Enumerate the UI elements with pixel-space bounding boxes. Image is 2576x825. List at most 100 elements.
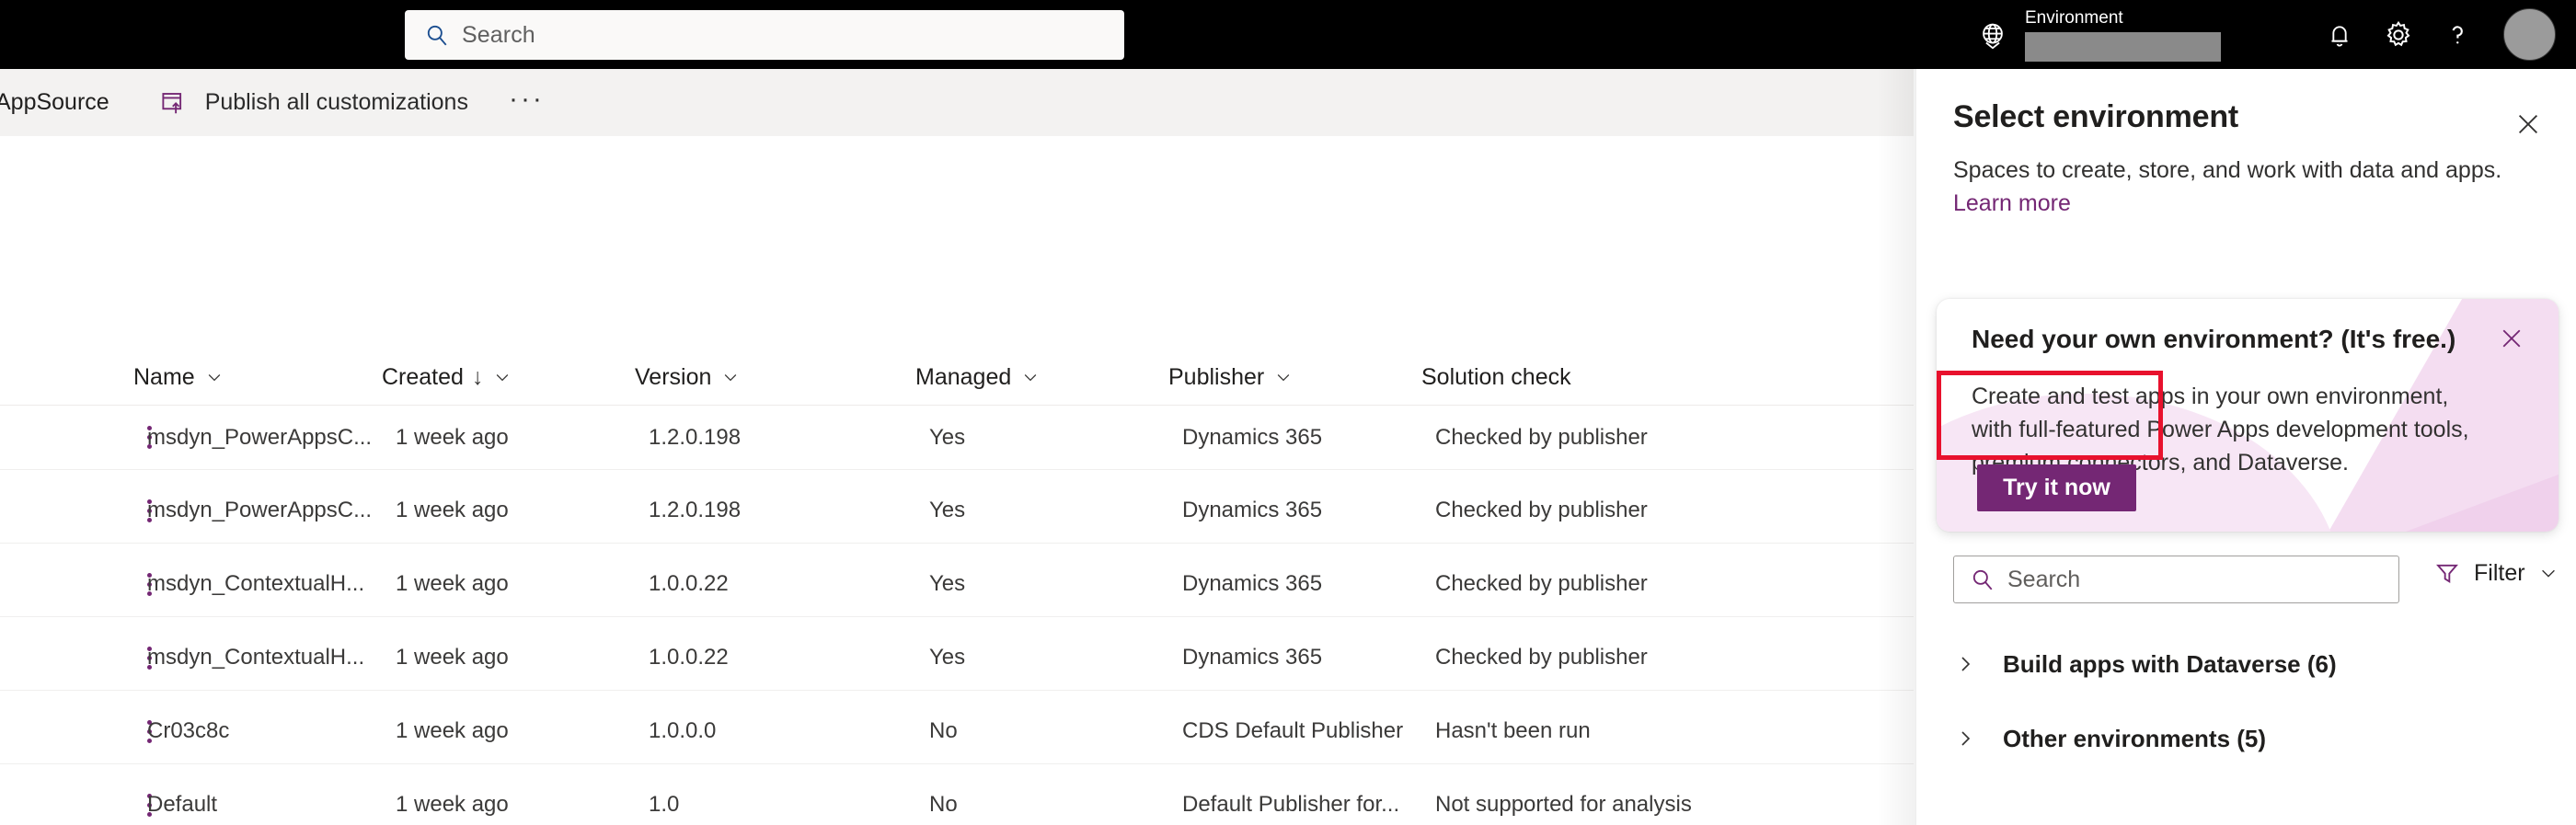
callout-close-button[interactable] — [2492, 319, 2531, 358]
solutions-table: Name Created ↓ Version Managed Publisher… — [0, 136, 1914, 825]
panel-close-button[interactable] — [2508, 104, 2548, 144]
column-header-managed[interactable]: Managed — [915, 364, 1168, 391]
table-row[interactable]: msdyn_PowerAppsC... 1 week ago 1.2.0.198 Ye… — [0, 405, 1914, 470]
row-more-options-button[interactable] — [0, 793, 152, 817]
cell-version: 1.2.0.198 — [649, 424, 742, 450]
global-search-placeholder: Search — [462, 21, 535, 48]
filter-label: Filter — [2474, 559, 2525, 586]
cell-name: msdyn_PowerAppsC... — [147, 498, 373, 522]
group-label: Build apps with Dataverse (6) — [2003, 649, 2337, 678]
cell-managed: No — [929, 718, 958, 743]
column-header-managed-label: Managed — [915, 363, 1012, 390]
cell-publisher: Dynamics 365 — [1182, 645, 1323, 670]
environment-search-input[interactable]: Search — [1953, 556, 2399, 603]
question-mark-icon[interactable] — [2428, 6, 2487, 64]
cell-name: msdyn_PowerAppsC... — [147, 424, 373, 450]
cell-created: 1 week ago — [396, 792, 509, 817]
cell-version: 1.0 — [649, 792, 680, 817]
cell-publisher: Default Publisher for... — [1182, 792, 1400, 817]
publish-label: Publish all customizations — [204, 89, 468, 115]
table-row[interactable]: msdyn_PowerAppsC... 1 week ago 1.2.0.198 Ye… — [0, 478, 1914, 544]
column-header-publisher-label: Publisher — [1168, 363, 1265, 390]
chevron-down-icon — [1274, 368, 1293, 386]
global-search-box[interactable]: Search — [405, 10, 1124, 60]
app-bar-actions: Environment — [1972, 0, 2576, 69]
column-header-publisher[interactable]: Publisher — [1168, 364, 1421, 391]
cell-managed: Yes — [929, 424, 966, 450]
column-header-version-label: Version — [635, 363, 712, 390]
cell-name: Default — [147, 792, 218, 817]
row-more-options-button[interactable] — [0, 719, 152, 743]
column-header-version[interactable]: Version — [635, 364, 915, 391]
cell-solution-check: Not supported for analysis — [1435, 792, 1692, 817]
chevron-down-icon — [2538, 563, 2559, 583]
callout-title: Need your own environment? (It's free.) — [1972, 325, 2456, 353]
appsource-button[interactable]: AppSource — [0, 69, 109, 136]
cell-publisher: Dynamics 365 — [1182, 424, 1323, 450]
chevron-down-icon — [1021, 368, 1040, 386]
cell-created: 1 week ago — [396, 645, 509, 670]
cell-solution-check: Checked by publisher — [1435, 571, 1648, 596]
cell-created: 1 week ago — [396, 718, 509, 743]
column-header-created[interactable]: Created ↓ — [382, 364, 635, 391]
group-build-apps-with-dataverse[interactable]: Build apps with Dataverse (6) — [1944, 639, 2551, 689]
publish-all-customizations-button[interactable]: Publish all customizations — [157, 69, 468, 136]
teaching-callout: Need your own environment? (It's free.) … — [1937, 299, 2559, 532]
command-bar: AppSource Publish all customizations ··· — [0, 69, 1914, 136]
row-more-options-button[interactable] — [0, 646, 152, 670]
search-icon — [1969, 566, 1996, 593]
table-row[interactable]: msdyn_ContextualH... 1 week ago 1.0.0.22 Ye… — [0, 552, 1914, 617]
cell-managed: Yes — [929, 645, 966, 670]
gear-icon[interactable] — [2369, 6, 2428, 64]
app-root: Search Environment AppSource Publish all… — [0, 0, 2576, 825]
avatar[interactable] — [2503, 8, 2556, 61]
filter-icon — [2433, 559, 2461, 587]
cell-managed: Yes — [929, 498, 966, 522]
cell-managed: Yes — [929, 571, 966, 596]
row-more-options-button[interactable] — [0, 426, 152, 449]
try-it-now-button[interactable]: Try it now — [1977, 464, 2136, 511]
filter-button[interactable]: Filter — [2433, 559, 2559, 587]
cell-solution-check: Hasn't been run — [1435, 718, 1591, 743]
globe-icon[interactable] — [1972, 14, 2014, 56]
row-more-options-button[interactable] — [0, 498, 152, 522]
table-row[interactable]: Cr03c8c 1 week ago 1.0.0.0 No CDS Default Pu… — [0, 699, 1914, 764]
cell-version: 1.0.0.22 — [649, 645, 729, 670]
chevron-right-icon — [1944, 653, 1986, 675]
column-header-name[interactable]: Name — [133, 364, 382, 391]
table-row[interactable]: msdyn_ContextualH... 1 week ago 1.0.0.22 Ye… — [0, 625, 1914, 691]
appsource-label: AppSource — [0, 89, 109, 115]
top-app-bar: Search Environment — [0, 0, 2576, 69]
group-label: Other environments (5) — [2003, 724, 2267, 752]
cell-name: Cr03c8c — [147, 718, 230, 743]
cell-name: msdyn_ContextualH... — [147, 645, 365, 670]
chevron-right-icon — [1944, 728, 1986, 750]
table-row[interactable]: Default 1 week ago 1.0 No Default Publisher … — [0, 773, 1914, 825]
learn-more-link[interactable]: Learn more — [1953, 190, 2071, 217]
cell-solution-check: Checked by publisher — [1435, 424, 1648, 450]
sort-descending-icon: ↓ — [471, 363, 484, 390]
chevron-down-icon — [205, 368, 224, 386]
overflow-menu-button[interactable]: ··· — [509, 69, 545, 136]
cell-solution-check: Checked by publisher — [1435, 645, 1648, 670]
bell-icon[interactable] — [2310, 6, 2369, 64]
page-title: Select environment — [1953, 99, 2239, 134]
publish-icon — [157, 87, 189, 119]
search-icon — [423, 21, 451, 49]
chevron-down-icon — [721, 368, 740, 386]
cell-version: 1.2.0.198 — [649, 498, 742, 522]
select-environment-panel: Select environment Spaces to create, sto… — [1915, 69, 2576, 825]
column-header-name-label: Name — [133, 363, 195, 390]
cell-version: 1.0.0.0 — [649, 718, 717, 743]
table-header-row: Name Created ↓ Version Managed Publisher… — [0, 349, 1914, 405]
group-other-environments[interactable]: Other environments (5) — [1944, 714, 2551, 763]
environment-search-placeholder: Search — [2007, 566, 2081, 592]
column-header-solution-check[interactable]: Solution check — [1421, 364, 1914, 391]
environment-label: Environment — [2025, 8, 2123, 28]
cell-publisher: CDS Default Publisher — [1182, 718, 1404, 743]
environment-selector[interactable]: Environment — [2025, 7, 2237, 62]
cell-created: 1 week ago — [396, 424, 509, 450]
overflow-label: ··· — [508, 83, 545, 114]
column-header-created-label: Created — [382, 363, 464, 390]
row-more-options-button[interactable] — [0, 572, 152, 596]
